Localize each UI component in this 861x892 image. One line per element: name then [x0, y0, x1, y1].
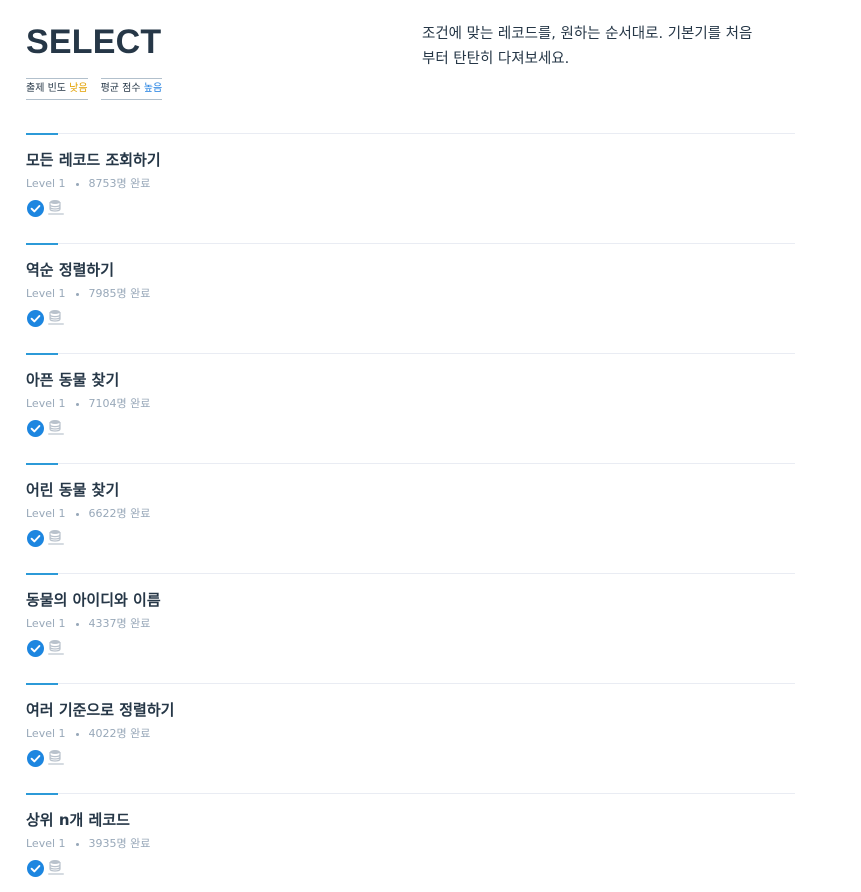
check-circle-icon [27, 859, 44, 877]
check-circle-icon [27, 199, 44, 217]
problem-level: Level 1 [26, 507, 66, 520]
completed-count: 7985명 완료 [88, 287, 151, 300]
kit-header: SELECT 출제 빈도 낮음 평균 점수 높음 조건에 맞는 레코드를, 원하… [26, 22, 796, 112]
problem-title-link[interactable]: 모든 레코드 조회하기 [26, 150, 161, 170]
problem-level: Level 1 [26, 397, 66, 410]
problem-level: Level 1 [26, 287, 66, 300]
separator-dot [75, 182, 79, 186]
check-circle-icon [27, 309, 44, 327]
average-score-badge-value: 높음 [143, 83, 163, 94]
problem-title-link[interactable]: 역순 정렬하기 [26, 260, 114, 280]
average-score-badge: 평균 점수 높음 [100, 78, 163, 100]
problem-item[interactable]: 역순 정렬하기 Level 1 7985명 완료 [26, 243, 795, 353]
frequency-badge-label: 출제 빈도 [26, 83, 66, 94]
problem-item[interactable]: 동물의 아이디와 이름 Level 1 4337명 완료 [26, 573, 795, 683]
completed-count: 4022명 완료 [88, 727, 151, 740]
problem-title-link[interactable]: 아픈 동물 찾기 [26, 370, 119, 390]
problem-icons [27, 419, 66, 437]
average-score-badge-label: 평균 점수 [100, 83, 141, 94]
database-icon [46, 859, 66, 877]
problem-meta: Level 1 4337명 완료 [26, 617, 150, 631]
problem-item[interactable]: 어린 동물 찾기 Level 1 6622명 완료 [26, 463, 795, 573]
problem-icons [27, 749, 66, 767]
completed-count: 8753명 완료 [88, 177, 151, 190]
problem-meta: Level 1 6622명 완료 [26, 507, 150, 521]
problem-level: Level 1 [26, 727, 66, 740]
completed-count: 4337명 완료 [88, 617, 151, 630]
database-icon [46, 419, 66, 437]
kit-badges: 출제 빈도 낮음 평균 점수 높음 [26, 78, 163, 100]
separator-dot [75, 292, 79, 296]
problem-title-link[interactable]: 여러 기준으로 정렬하기 [26, 700, 174, 720]
accent-bar [26, 133, 58, 135]
problem-icons [27, 529, 66, 547]
check-circle-icon [27, 419, 44, 437]
problem-meta: Level 1 8753명 완료 [26, 177, 150, 191]
check-circle-icon [27, 749, 44, 767]
problem-meta: Level 1 7985명 완료 [26, 287, 150, 301]
problem-icons [27, 199, 66, 217]
check-circle-icon [27, 639, 44, 657]
accent-bar [26, 683, 58, 685]
accent-bar [26, 243, 58, 245]
problem-title-link[interactable]: 어린 동물 찾기 [26, 480, 119, 500]
frequency-badge: 출제 빈도 낮음 [26, 78, 88, 100]
database-icon [46, 529, 66, 547]
problem-item[interactable]: 모든 레코드 조회하기 Level 1 8753명 완료 [26, 133, 795, 243]
database-icon [46, 639, 66, 657]
accent-bar [26, 573, 58, 575]
completed-count: 7104명 완료 [88, 397, 151, 410]
problem-meta: Level 1 4022명 완료 [26, 727, 150, 741]
separator-dot [75, 732, 79, 736]
problem-item[interactable]: 아픈 동물 찾기 Level 1 7104명 완료 [26, 353, 795, 463]
page: SELECT 출제 빈도 낮음 평균 점수 높음 조건에 맞는 레코드를, 원하… [0, 0, 861, 892]
separator-dot [75, 402, 79, 406]
separator-dot [75, 622, 79, 626]
problem-title-link[interactable]: 상위 n개 레코드 [26, 810, 130, 830]
problem-level: Level 1 [26, 617, 66, 630]
problem-title-link[interactable]: 동물의 아이디와 이름 [26, 590, 161, 610]
separator-dot [75, 842, 79, 846]
accent-bar [26, 463, 58, 465]
database-icon [46, 749, 66, 767]
accent-bar [26, 353, 58, 355]
kit-title: SELECT [26, 23, 162, 61]
problem-level: Level 1 [26, 177, 66, 190]
database-icon [46, 309, 66, 327]
problem-level: Level 1 [26, 837, 66, 850]
problem-item[interactable]: 여러 기준으로 정렬하기 Level 1 4022명 완료 [26, 683, 795, 793]
problem-icons [27, 859, 66, 877]
problem-list: 모든 레코드 조회하기 Level 1 8753명 완료 역순 정렬하기 Lev… [26, 133, 795, 892]
problem-item[interactable]: 상위 n개 레코드 Level 1 3935명 완료 [26, 793, 795, 892]
completed-count: 3935명 완료 [88, 837, 151, 850]
problem-icons [27, 309, 66, 327]
kit-description: 조건에 맞는 레코드를, 원하는 순서대로. 기본기를 처음부터 탄탄히 다져보… [422, 26, 753, 67]
problem-icons [27, 639, 66, 657]
database-icon [46, 199, 66, 217]
check-circle-icon [27, 529, 44, 547]
accent-bar [26, 793, 58, 795]
separator-dot [75, 512, 79, 516]
problem-meta: Level 1 7104명 완료 [26, 397, 150, 411]
frequency-badge-value: 낮음 [69, 83, 88, 94]
completed-count: 6622명 완료 [88, 507, 151, 520]
problem-meta: Level 1 3935명 완료 [26, 837, 150, 851]
